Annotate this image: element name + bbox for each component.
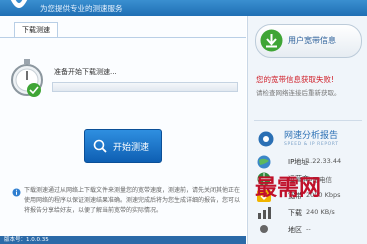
hint-text: 请检查网络连接后重新获取。 bbox=[256, 89, 341, 97]
download-arrow-icon bbox=[260, 29, 283, 52]
globe-icon bbox=[257, 155, 271, 169]
chart-icon bbox=[258, 207, 271, 219]
status-text: 准备开始下载测速... bbox=[54, 68, 117, 76]
tab-download-speed[interactable]: 下载测速 bbox=[14, 22, 58, 38]
progress-bar bbox=[52, 82, 238, 92]
app-logo-icon bbox=[10, 0, 28, 8]
location-icon bbox=[260, 225, 268, 233]
title-bar: 为您提供专业的测速服务 bbox=[0, 0, 367, 16]
report-subtitle: SPEED & IP REPORT bbox=[284, 142, 339, 147]
side-panel: 用户宽带信息 您的宽带信息获取失败! 请检查网络连接后重新获取。 网速分析报告 … bbox=[247, 16, 367, 244]
notice-text: 下载测速通过从网络上下载文件来测量您的宽带速度，测速前，请先关闭其他正在使用网络… bbox=[24, 187, 241, 214]
bandwidth-info-label: 用户宽带信息 bbox=[288, 36, 336, 45]
info-icon bbox=[12, 188, 21, 197]
divider bbox=[254, 120, 362, 121]
start-test-button[interactable]: 开始测速 bbox=[84, 129, 162, 163]
tab-divider bbox=[0, 37, 246, 38]
report-title: 网速分析报告 bbox=[284, 131, 339, 141]
bandwidth-info-button[interactable]: 用户宽带信息 bbox=[255, 24, 362, 58]
version-text: 版本号：1.0.0.35 bbox=[4, 237, 49, 243]
start-test-label: 开始测速 bbox=[113, 143, 150, 153]
stopwatch-icon bbox=[11, 59, 43, 97]
status-bar: 版本号：1.0.0.35 bbox=[0, 236, 246, 244]
error-text: 您的宽带信息获取失败! bbox=[256, 75, 335, 84]
search-icon bbox=[93, 139, 107, 153]
header-tagline: 为您提供专业的测速服务 bbox=[40, 4, 123, 13]
report-icon bbox=[258, 131, 274, 147]
watermark-text: 最需网 bbox=[255, 175, 322, 201]
